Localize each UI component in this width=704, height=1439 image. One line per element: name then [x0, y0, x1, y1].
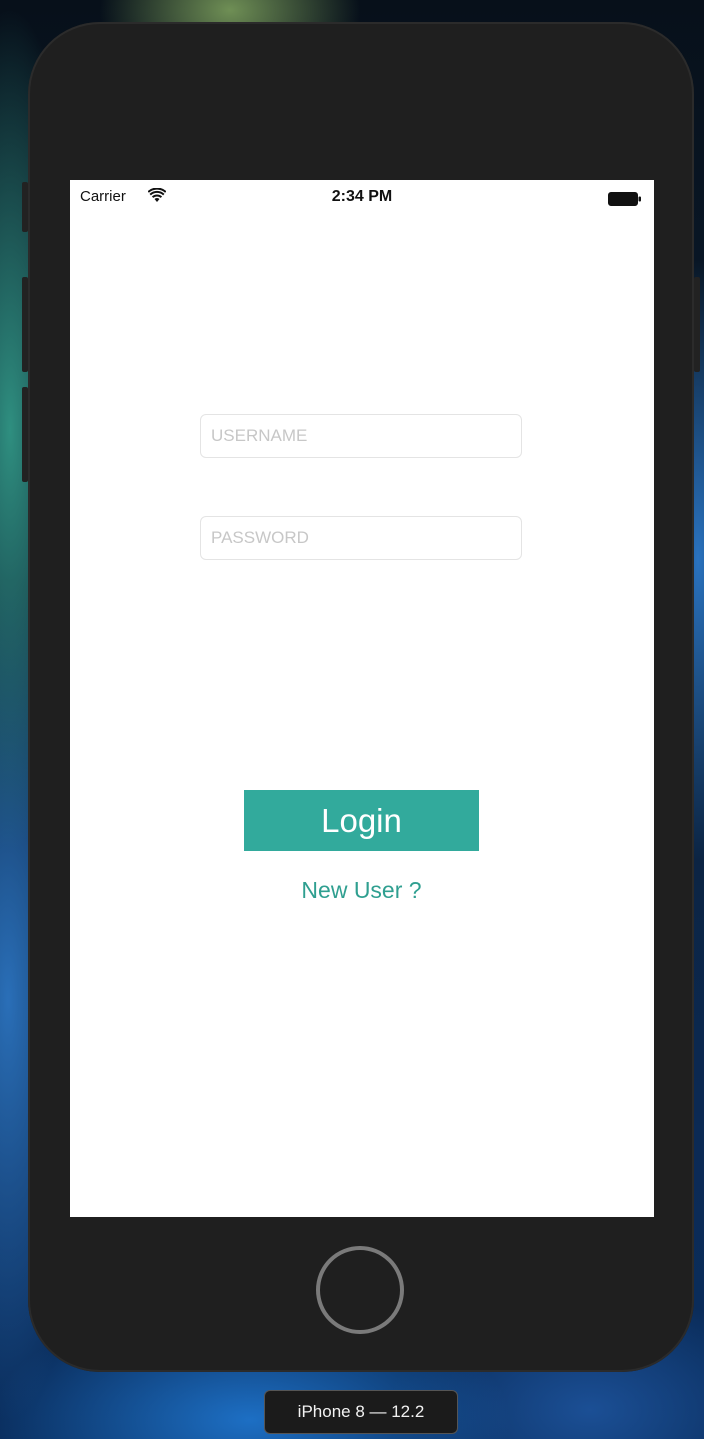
login-button[interactable]: Login	[244, 790, 479, 851]
volume-down-button	[22, 387, 28, 482]
simulator-device-label: iPhone 8 — 12.2	[264, 1390, 458, 1434]
status-bar: Carrier 2:34 PM	[70, 180, 654, 216]
password-input[interactable]	[201, 517, 521, 559]
new-user-link[interactable]: New User ?	[244, 877, 479, 904]
volume-up-button	[22, 277, 28, 372]
battery-icon	[608, 192, 641, 206]
power-button	[694, 277, 700, 372]
mute-switch	[22, 182, 28, 232]
status-time: 2:34 PM	[331, 188, 393, 205]
app-screen: Carrier 2:34 PM Login New User ?	[70, 180, 654, 1217]
home-button-circle[interactable]	[316, 1246, 404, 1334]
username-field[interactable]	[200, 414, 522, 458]
username-input[interactable]	[201, 415, 521, 457]
password-field[interactable]	[200, 516, 522, 560]
